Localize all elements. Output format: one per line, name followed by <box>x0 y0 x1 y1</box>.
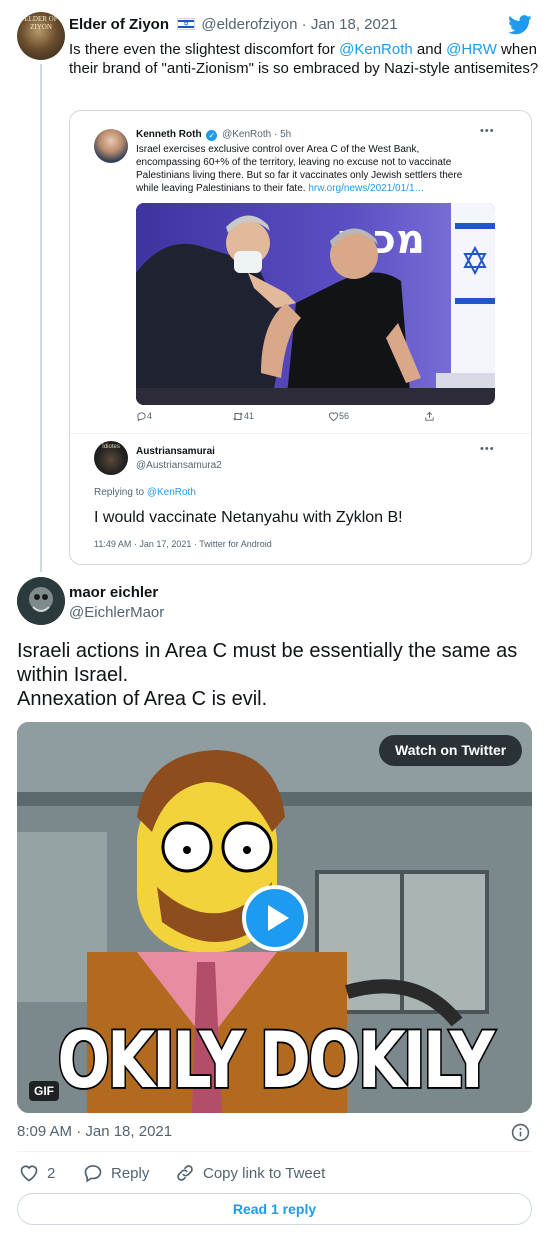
play-button[interactable] <box>242 885 308 951</box>
watch-on-twitter-button[interactable]: Watch on Twitter <box>379 735 523 766</box>
replying-to-handle: @KenRoth <box>146 487 196 498</box>
more-options-icon: ••• <box>480 125 495 137</box>
mention-kenroth[interactable]: @KenRoth <box>339 41 413 58</box>
author-name[interactable]: Elder of Ziyon <box>69 16 169 33</box>
author-handle[interactable]: @EichlerMaor <box>69 604 164 621</box>
separator-dot: · <box>301 16 307 33</box>
avatar-text: ELDER OF ZIYON <box>24 15 58 31</box>
vaccination-scene-illustration: מכבי <box>136 203 495 405</box>
maor-eichler-avatar[interactable] <box>17 577 65 625</box>
attached-screenshot-image[interactable]: Kenneth Roth ✓ @KenRoth · 5h ••• Israel … <box>69 110 532 565</box>
play-icon <box>268 905 289 931</box>
mention-hrw[interactable]: @HRW <box>446 41 497 58</box>
kenneth-roth-avatar <box>94 129 128 163</box>
tweet-date[interactable]: Jan 18, 2021 <box>311 16 398 33</box>
like-count: 2 <box>47 1164 56 1182</box>
reply-count: 4 <box>136 411 152 422</box>
gif-caption: OKILY DOKILY <box>56 1012 496 1107</box>
avatar-illustration <box>17 577 65 625</box>
quoted-tweet-text: Israel exercises exclusive control over … <box>136 143 481 195</box>
quoted-author-handle: @KenRoth <box>222 129 272 140</box>
share-icon <box>425 411 434 421</box>
reply-label: Reply <box>111 1164 150 1182</box>
vaccination-photo: מכבי <box>136 203 495 405</box>
text-segment: and <box>412 41 447 58</box>
verified-badge-icon: ✓ <box>206 130 218 141</box>
avatar-text: Idiotes <box>102 444 120 450</box>
copy-link-button[interactable]: Copy link to Tweet <box>175 1163 325 1183</box>
gif-badge: GIF <box>29 1081 59 1101</box>
reply-meta: 11:49 AM · Jan 17, 2021 · Twitter for An… <box>94 539 272 549</box>
author-handle[interactable]: @elderofziyon <box>201 16 297 33</box>
read-replies-button[interactable]: Read 1 reply <box>17 1193 532 1225</box>
twitter-bird-icon[interactable] <box>508 14 532 36</box>
tweet1-header: Elder of Ziyon ✡ @elderofziyon · Jan 18,… <box>69 16 398 33</box>
retweet-count: 41 <box>232 411 254 422</box>
tweet-actions: 2 Reply Copy link to Tweet <box>17 1163 532 1185</box>
text-segment: Is there even the slightest discomfort f… <box>69 41 340 58</box>
thread-connector-line <box>40 64 42 572</box>
link-icon <box>177 1165 193 1181</box>
replying-to-line: Replying to @KenRoth <box>94 487 196 498</box>
like-count-value: 56 <box>339 411 350 421</box>
quoted-tweet-header: Kenneth Roth ✓ @KenRoth · 5h <box>136 129 291 141</box>
like-count: 56 <box>328 411 349 422</box>
quoted-age: 5h <box>280 129 292 140</box>
tweet2-text: Israeli actions in Area C must be essent… <box>17 639 532 711</box>
copy-link-label: Copy link to Tweet <box>203 1164 326 1182</box>
tweet1-text: Is there even the slightest discomfort f… <box>69 40 539 78</box>
reply-author-name: Austriansamurai <box>136 446 215 457</box>
elder-of-ziyon-avatar[interactable]: ELDER OF ZIYON <box>17 12 65 60</box>
quoted-author-name: Kenneth Roth <box>136 129 202 140</box>
austriansamurai-avatar: Idiotes <box>94 441 128 475</box>
reply-header: Austriansamurai @Austriansamura2 <box>136 445 222 473</box>
more-options-icon: ••• <box>480 443 495 455</box>
reply-text: I would vaccinate Netanyahu with Zyklon … <box>94 509 403 526</box>
divider <box>17 1151 532 1152</box>
reply-author-handle: @Austriansamura2 <box>136 460 222 471</box>
replying-prefix: Replying to <box>94 487 145 498</box>
separator-dot: · <box>273 129 278 140</box>
tweet2-line1: Israeli actions in Area C must be essent… <box>17 640 518 686</box>
author-name[interactable]: maor eichler <box>69 584 158 601</box>
tweet-timestamp[interactable]: 8:09 AM · Jan 18, 2021 <box>17 1123 172 1140</box>
embed-divider <box>70 433 531 434</box>
gif-media[interactable]: OKILY DOKILY Watch on Twitter GIF <box>17 722 532 1113</box>
quoted-link: hrw.org/news/2021/01/1… <box>308 183 425 194</box>
reply-icon <box>137 412 146 422</box>
heart-icon <box>328 412 339 422</box>
reply-button[interactable]: Reply <box>83 1163 149 1183</box>
info-icon[interactable] <box>511 1123 530 1142</box>
retweet-icon <box>233 412 243 421</box>
retweet-count-value: 41 <box>244 411 255 421</box>
israel-flag-icon: ✡ <box>177 18 196 30</box>
heart-icon <box>20 1165 38 1182</box>
tweet2-line2: Annexation of Area C is evil. <box>17 688 268 710</box>
like-button[interactable]: 2 <box>19 1163 55 1183</box>
share <box>424 411 435 422</box>
reply-icon <box>84 1165 102 1183</box>
reply-count-value: 4 <box>147 411 153 421</box>
